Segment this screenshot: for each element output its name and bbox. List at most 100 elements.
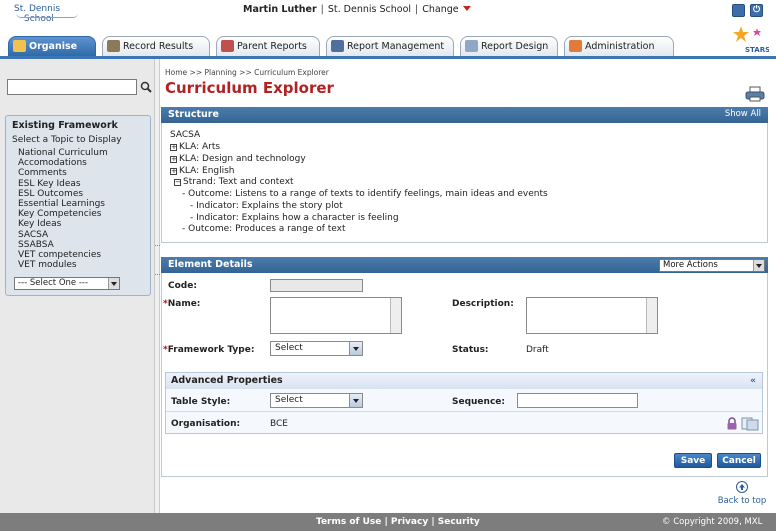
framework-item[interactable]: SSABSA <box>18 240 108 250</box>
status-label: Status: <box>452 345 489 355</box>
scrollbar[interactable] <box>390 298 401 333</box>
tree-node-kla-arts[interactable]: + KLA: Arts <box>170 142 220 152</box>
logo-swoosh <box>16 13 78 18</box>
framework-type-label: Framework Type: <box>163 345 255 355</box>
people-icon <box>221 40 234 52</box>
tab-report-design[interactable]: Report Design <box>460 36 558 56</box>
framework-type-select[interactable]: Select <box>270 341 363 356</box>
tab-report-management[interactable]: Report Management <box>326 36 454 56</box>
framework-item[interactable]: Essential Learnings <box>18 199 108 209</box>
design-icon <box>465 40 478 52</box>
power-icon[interactable]: ⏻ <box>750 4 763 17</box>
expand-icon[interactable]: + <box>170 168 177 175</box>
framework-subtitle: Select a Topic to Display <box>12 135 122 145</box>
tab-parent-reports[interactable]: Parent Reports <box>216 36 320 56</box>
search-input[interactable] <box>7 79 137 95</box>
privacy-link[interactable]: Privacy <box>391 517 428 527</box>
school-logo: St. Dennis School <box>14 4 84 24</box>
chevron-down-icon[interactable] <box>108 278 119 289</box>
framework-item[interactable]: Key Ideas <box>18 219 108 229</box>
code-label: Code: <box>168 281 197 291</box>
print-icon[interactable] <box>745 86 765 102</box>
user-chart-icon <box>331 40 344 52</box>
copyright-text: © Copyright 2009, MXL <box>662 517 763 527</box>
organisation-value: BCE <box>270 419 288 429</box>
tree-root[interactable]: SACSA <box>170 130 200 140</box>
clipboard-icon <box>13 40 26 52</box>
search-icon[interactable] <box>140 81 152 93</box>
breadcrumb[interactable]: Home >> Planning >> Curriculum Explorer <box>165 68 329 77</box>
change-link[interactable]: Change <box>422 4 458 15</box>
framework-list: National Curriculum Accomodations Commen… <box>18 148 108 270</box>
cancel-button[interactable]: Cancel <box>717 453 761 468</box>
more-actions-select[interactable]: More Actions <box>659 259 765 272</box>
tree-node-indicator[interactable]: - Indicator: Explains the story plot <box>190 201 343 211</box>
status-value: Draft <box>526 345 549 355</box>
user-bar: Martin Luther | St. Dennis School | Change <box>243 4 471 15</box>
framework-item[interactable]: Accomodations <box>18 158 108 168</box>
framework-item[interactable]: National Curriculum <box>18 148 108 158</box>
element-details-title: Element Details <box>168 259 253 270</box>
school-name: St. Dennis School <box>327 4 412 15</box>
sidebar-splitter[interactable] <box>155 59 160 513</box>
table-style-select[interactable]: Select <box>270 393 363 408</box>
tab-administration[interactable]: Administration <box>564 36 674 56</box>
framework-item[interactable]: ESL Key Ideas <box>18 179 108 189</box>
lock-icon[interactable] <box>726 417 738 430</box>
structure-title: Structure <box>168 109 219 120</box>
tree-node-kla-english[interactable]: + KLA: English <box>170 166 235 176</box>
tree-node-strand[interactable]: − Strand: Text and context <box>174 177 294 187</box>
advanced-properties-title: Advanced Properties <box>171 375 283 386</box>
collapse-icon[interactable]: − <box>174 179 181 186</box>
show-all-link[interactable]: Show All <box>725 107 761 122</box>
code-field <box>270 279 363 292</box>
chevron-down-icon[interactable] <box>349 394 362 407</box>
chevron-down-icon[interactable] <box>349 342 362 355</box>
arrow-up-icon[interactable] <box>736 481 748 493</box>
back-to-top-link[interactable]: Back to top <box>716 481 768 506</box>
name-label: Name: <box>163 299 201 309</box>
terms-link[interactable]: Terms of Use <box>316 517 381 527</box>
framework-item[interactable]: ESL Outcomes <box>18 189 108 199</box>
user-name: Martin Luther <box>243 4 317 15</box>
collapse-icon[interactable]: « <box>750 373 756 389</box>
description-textarea[interactable] <box>526 297 658 334</box>
table-style-label: Table Style: <box>171 397 231 407</box>
chevron-down-icon[interactable] <box>753 260 764 271</box>
scrollbar[interactable] <box>646 298 657 333</box>
organisation-label: Organisation: <box>171 419 241 429</box>
tab-organise[interactable]: Organise <box>8 36 96 56</box>
home-icon[interactable] <box>732 4 745 17</box>
expand-icon[interactable]: + <box>170 156 177 163</box>
framework-item[interactable]: VET competencies <box>18 250 108 260</box>
sequence-label: Sequence: <box>452 397 505 407</box>
copy-icon[interactable] <box>741 417 759 431</box>
name-textarea[interactable] <box>270 297 402 334</box>
framework-item[interactable]: Comments <box>18 168 108 178</box>
footer: Terms of Use | Privacy | Security © Copy… <box>0 513 776 531</box>
sequence-input[interactable] <box>517 393 638 408</box>
security-link[interactable]: Security <box>438 517 480 527</box>
tree-node-kla-design[interactable]: + KLA: Design and technology <box>170 154 306 164</box>
save-button[interactable]: Save <box>674 453 712 468</box>
tree-node-outcome[interactable]: - Outcome: Listens to a range of texts t… <box>182 189 548 199</box>
framework-item[interactable]: Key Competencies <box>18 209 108 219</box>
divider <box>166 411 762 412</box>
pencil-icon <box>107 40 120 52</box>
advanced-properties-header[interactable]: Advanced Properties « <box>166 373 762 389</box>
admin-icon <box>569 40 582 52</box>
expand-icon[interactable]: + <box>170 144 177 151</box>
footer-links: Terms of Use | Privacy | Security <box>316 517 480 527</box>
tree-node-indicator[interactable]: - Indicator: Explains how a character is… <box>190 213 399 223</box>
description-label: Description: <box>452 299 514 309</box>
framework-item[interactable]: SACSA <box>18 230 108 240</box>
framework-select[interactable]: --- Select One --- <box>14 277 120 290</box>
caret-down-icon[interactable] <box>462 6 471 11</box>
page-title: Curriculum Explorer <box>165 79 334 97</box>
tab-record-results[interactable]: Record Results <box>102 36 210 56</box>
structure-tree: SACSA + KLA: Arts + KLA: Design and techno… <box>161 123 768 243</box>
framework-item[interactable]: VET modules <box>18 260 108 270</box>
main-tabs: Organise Record Results Parent Reports R… <box>4 36 776 56</box>
tree-node-outcome[interactable]: - Outcome: Produces a range of text <box>182 224 346 234</box>
splitter-grip-icon[interactable] <box>155 245 160 275</box>
